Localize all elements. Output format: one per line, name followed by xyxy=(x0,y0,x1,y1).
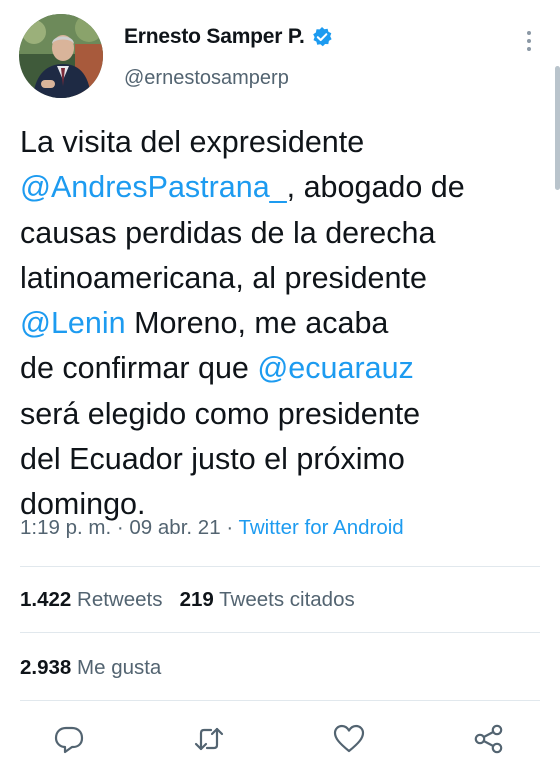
tweet-text-segment: Moreno, me acaba xyxy=(125,306,389,341)
divider xyxy=(20,700,540,701)
tweet-line: @AndresPastrana_, abogado de xyxy=(20,165,540,210)
retweets-stat[interactable]: 1.422 Retweets xyxy=(20,588,162,611)
tweet-text: La visita del expresidente @AndresPastran… xyxy=(20,120,540,528)
avatar-photo xyxy=(19,14,103,98)
likes-label: Me gusta xyxy=(77,656,162,679)
tweet-text-segment: causas perdidas de la derecha xyxy=(20,215,436,250)
tweet-text-segment: latinoamericana, al presidente xyxy=(20,260,427,295)
tweet-line: del Ecuador justo el próximo xyxy=(20,437,540,482)
verified-badge-icon xyxy=(311,26,333,48)
mention-link[interactable]: @ecuarauz xyxy=(257,351,413,385)
tweet-source-link[interactable]: Twitter for Android xyxy=(238,516,403,539)
divider xyxy=(20,632,540,633)
mention-link[interactable]: @AndresPastrana_ xyxy=(20,170,287,204)
quotes-label: Tweets citados xyxy=(219,588,355,611)
tweet-line: de confirmar que @ecuarauz xyxy=(20,346,540,391)
tweet-line: latinoamericana, al presidente xyxy=(20,256,540,301)
author-display-name[interactable]: Ernesto Samper P. xyxy=(124,25,305,49)
author-handle[interactable]: @ernestosamperp xyxy=(124,67,289,90)
like-icon[interactable] xyxy=(332,722,366,756)
meta-separator: · xyxy=(116,516,124,539)
avatar[interactable] xyxy=(19,14,103,98)
meta-separator: · xyxy=(226,516,234,539)
share-icon[interactable] xyxy=(472,722,506,756)
more-options-icon[interactable] xyxy=(519,26,539,56)
quotes-count: 219 xyxy=(179,588,214,611)
quotes-stat[interactable]: 219 Tweets citados xyxy=(180,588,355,611)
tweet-date[interactable]: 09 abr. 21 xyxy=(129,516,220,539)
tweet-line: será elegido como presidente xyxy=(20,392,540,437)
likes-count: 2.938 xyxy=(20,656,72,679)
mention-link[interactable]: @Lenin xyxy=(20,306,126,340)
retweets-count: 1.422 xyxy=(20,588,72,611)
tweet-text-segment: La visita del expresidente xyxy=(20,125,365,159)
tweet-line: causas perdidas de la derecha xyxy=(20,211,540,256)
tweet-header: Ernesto Samper P. @ernestosamperp xyxy=(0,0,560,190)
retweet-quote-stats: 1.422 Retweets 219 Tweets citados xyxy=(20,588,355,612)
likes-stats[interactable]: 2.938 Me gusta xyxy=(20,656,161,680)
tweet-time[interactable]: 1:19 p. m. xyxy=(20,516,111,539)
divider xyxy=(20,566,540,567)
tweet-actions-bar xyxy=(0,712,560,772)
tweet-line: La visita del expresidente xyxy=(20,120,540,165)
retweet-icon[interactable] xyxy=(192,722,226,756)
tweet-metadata: 1:19 p. m. · 09 abr. 21 · Twitter for An… xyxy=(20,516,404,540)
tweet-line: @Lenin Moreno, me acaba xyxy=(20,301,540,346)
tweet-text-segment: de confirmar que xyxy=(20,351,258,386)
tweet-text-segment: será elegido como presidente xyxy=(20,396,421,431)
reply-icon[interactable] xyxy=(52,722,86,756)
retweets-label: Retweets xyxy=(77,588,163,611)
tweet-text-segment: , abogado de xyxy=(286,170,465,205)
scrollbar[interactable] xyxy=(555,66,560,190)
author-name-row[interactable]: Ernesto Samper P. xyxy=(124,25,333,49)
tweet-text-segment: del Ecuador justo el próximo xyxy=(20,442,405,477)
